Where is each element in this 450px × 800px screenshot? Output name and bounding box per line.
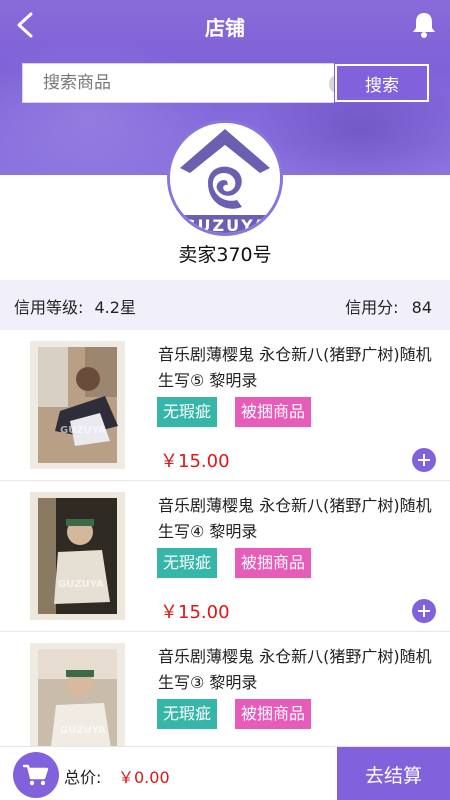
credit-level-value: 4.2星 bbox=[94, 298, 136, 317]
credit-score-value: 84 bbox=[411, 298, 432, 317]
total-value: ￥0.00 bbox=[118, 768, 170, 787]
product-watermark: GUZUYA bbox=[60, 425, 106, 436]
tag-bundled: 被捆商品 bbox=[235, 397, 312, 427]
add-to-cart-button[interactable] bbox=[412, 448, 436, 472]
product-list: GUZUYA 音乐剧薄樱鬼 永仓新八(猪野广树)随机生写⑤ 黎明录 无瑕疵 被捆… bbox=[0, 330, 450, 783]
product-watermark: GUZUYA bbox=[60, 725, 106, 736]
plus-icon bbox=[418, 605, 430, 617]
cart-button[interactable] bbox=[13, 752, 59, 798]
product-name[interactable]: 音乐剧薄樱鬼 永仓新八(猪野广树)随机生写⑤ 黎明录 bbox=[158, 342, 438, 394]
product-image[interactable]: GUZUYA bbox=[30, 492, 125, 620]
product-watermark: GUZUYA bbox=[58, 579, 104, 590]
product-name[interactable]: 音乐剧薄樱鬼 永仓新八(猪野广树)随机生写③ 黎明录 bbox=[158, 644, 438, 696]
product-name[interactable]: 音乐剧薄樱鬼 永仓新八(猪野广树)随机生写④ 黎明录 bbox=[158, 493, 438, 545]
checkout-bar: 总价: ￥0.00 去结算 bbox=[0, 746, 450, 800]
search-button[interactable]: 搜索 bbox=[334, 63, 430, 103]
page-title: 店铺 bbox=[205, 16, 245, 40]
shop-logo-text: GUZUYA bbox=[182, 216, 267, 233]
shop-avatar: GUZUYA bbox=[167, 120, 283, 236]
credit-score: 信用分: 84 bbox=[345, 294, 432, 318]
notification-button[interactable] bbox=[408, 8, 440, 42]
product-price: ￥15.00 bbox=[160, 602, 230, 623]
credit-bar: 信用等级: 4.2星 信用分: 84 bbox=[0, 280, 450, 330]
product-photo: GUZUYA bbox=[30, 492, 125, 620]
product-item[interactable]: GUZUYA 音乐剧薄樱鬼 永仓新八(猪野广树)随机生写④ 黎明录 无瑕疵 被捆… bbox=[0, 481, 450, 632]
seller-name: 卖家370号 bbox=[178, 244, 272, 266]
product-image[interactable]: GUZUYA bbox=[30, 341, 125, 469]
tag-no-defect: 无瑕疵 bbox=[157, 548, 218, 578]
checkout-button[interactable]: 去结算 bbox=[337, 747, 450, 800]
search-input[interactable] bbox=[43, 64, 333, 102]
credit-score-label: 信用分: bbox=[345, 298, 399, 317]
product-price: ￥15.00 bbox=[160, 451, 230, 472]
product-item[interactable]: GUZUYA 音乐剧薄樱鬼 永仓新八(猪野广树)随机生写⑤ 黎明录 无瑕疵 被捆… bbox=[0, 330, 450, 481]
tag-bundled: 被捆商品 bbox=[235, 699, 312, 729]
plus-icon bbox=[418, 454, 430, 466]
tag-no-defect: 无瑕疵 bbox=[157, 397, 218, 427]
total-label: 总价: bbox=[64, 768, 102, 787]
top-nav-bar: 店铺 bbox=[0, 0, 450, 50]
bell-icon bbox=[413, 13, 435, 38]
credit-level: 信用等级: 4.2星 bbox=[14, 294, 136, 318]
search-bar: × 搜索 bbox=[22, 63, 430, 103]
cart-icon bbox=[23, 764, 49, 786]
credit-level-label: 信用等级: bbox=[14, 298, 84, 317]
tag-bundled: 被捆商品 bbox=[235, 548, 312, 578]
tag-no-defect: 无瑕疵 bbox=[157, 699, 218, 729]
add-to-cart-button[interactable] bbox=[412, 599, 436, 623]
product-photo: GUZUYA bbox=[30, 341, 125, 469]
shop-logo: GUZUYA bbox=[170, 123, 280, 233]
